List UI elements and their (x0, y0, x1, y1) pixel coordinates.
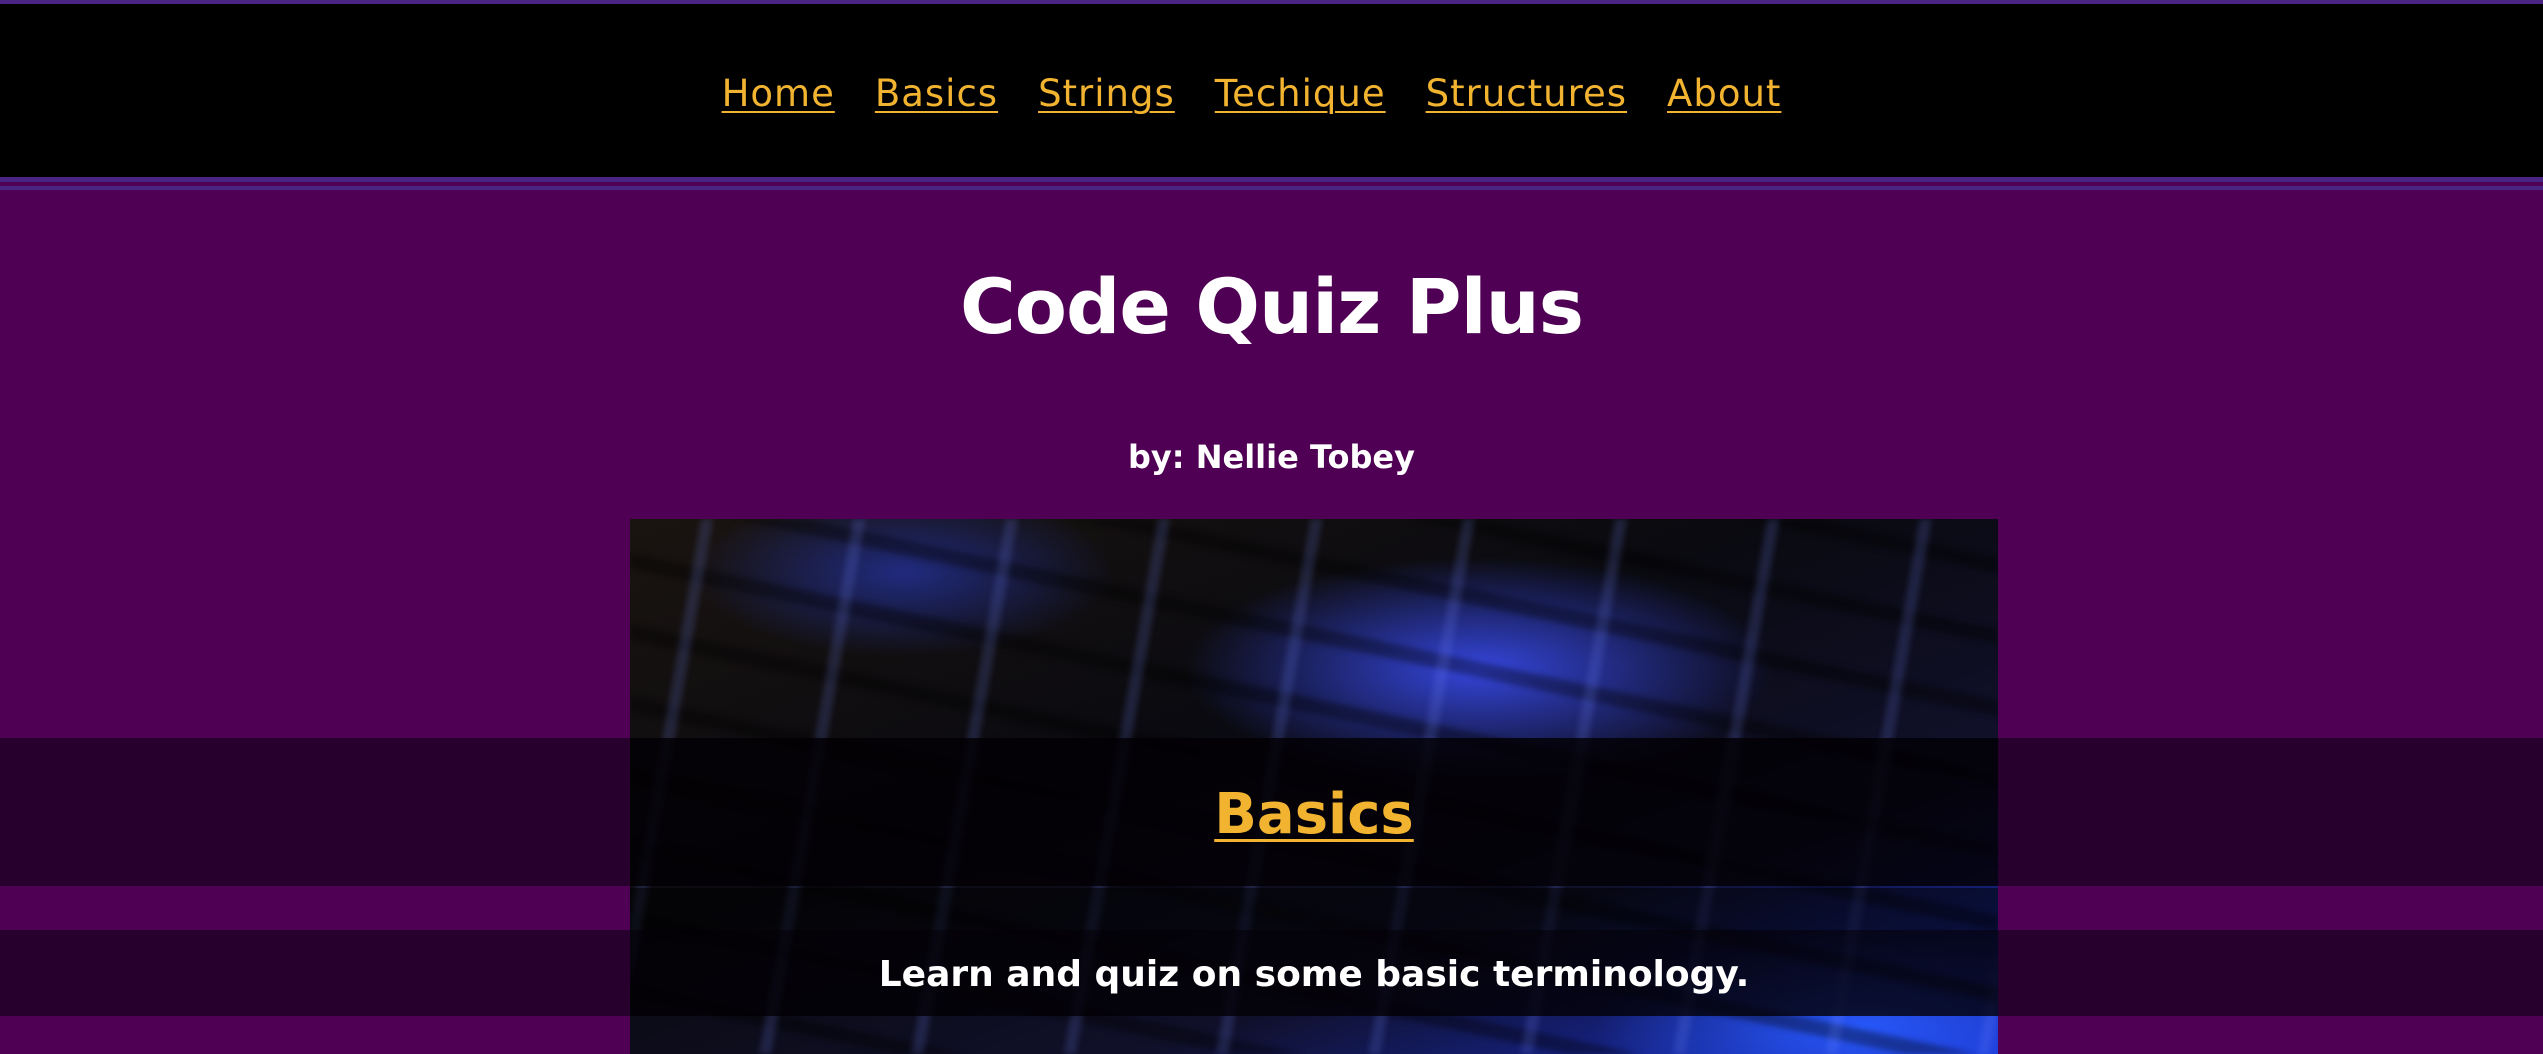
nav-link-home[interactable]: Home (722, 72, 835, 115)
nav-link-basics[interactable]: Basics (875, 72, 998, 115)
page-title: Code Quiz Plus (960, 262, 1584, 351)
description-overlay-panel (630, 888, 1998, 1016)
nav-divider-bottom (0, 186, 2543, 190)
card-description: Learn and quiz on some basic terminology… (878, 954, 1750, 995)
card-title: Basics (630, 782, 1998, 847)
author-byline: by: Nellie Tobey (1128, 438, 1415, 476)
main-nav: Home Basics Strings Techique Structures … (0, 72, 2523, 115)
card-title-link[interactable]: Basics (1214, 782, 1414, 847)
top-nav-bar: Home Basics Strings Techique Structures … (0, 0, 2543, 180)
nav-link-structures[interactable]: Structures (1426, 72, 1627, 115)
nav-link-strings[interactable]: Strings (1038, 72, 1175, 115)
nav-link-about[interactable]: About (1667, 72, 1781, 115)
nav-divider-top (0, 177, 2543, 182)
nav-link-techique[interactable]: Techique (1215, 72, 1386, 115)
